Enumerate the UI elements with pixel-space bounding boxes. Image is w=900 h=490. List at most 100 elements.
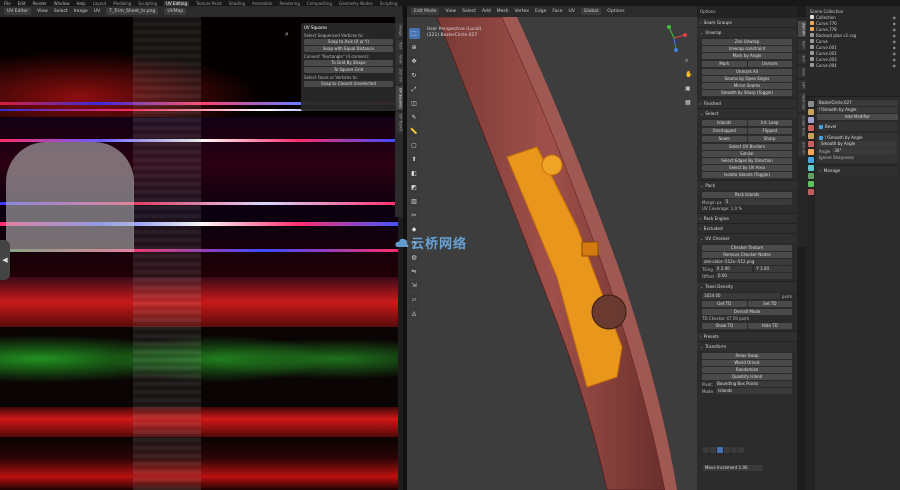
vp-menu-face[interactable]: Face (552, 9, 562, 14)
select-uv-borders-button[interactable]: Select UV Borders (702, 144, 792, 150)
eye-icon[interactable]: ◉ (893, 33, 897, 38)
workspace-tab-scripting[interactable]: Scripting (380, 1, 398, 6)
world-orient-button[interactable]: World Orient (702, 360, 792, 366)
shrink-tool-icon[interactable]: ⇲ (408, 280, 420, 291)
ignore-sharpness-checkbox[interactable]: Ignore Sharpness (819, 155, 854, 160)
uv-menu-uv[interactable]: UV (94, 9, 100, 14)
vp-menu-view[interactable]: View (445, 9, 456, 14)
object-name-field[interactable]: BezierCircle.027 (817, 100, 898, 106)
uv-menu-view[interactable]: View (37, 9, 48, 14)
mark-by-angle-button[interactable]: Mark by Angle (702, 53, 792, 59)
menu-help[interactable]: Help (76, 1, 85, 6)
section-seam-groups[interactable]: › Seam Groups (697, 17, 797, 27)
to-grid-button[interactable]: To Grid By Shape (304, 60, 393, 66)
eye-icon[interactable]: ◉ (893, 15, 897, 20)
snap-axis-button[interactable]: Snap to Axis (X or Y) (304, 39, 393, 45)
bevel-label[interactable]: Bevel (825, 124, 836, 129)
extrude-tool-icon[interactable]: ⬆ (408, 154, 420, 165)
tab-image[interactable]: Image (395, 23, 403, 38)
section-texel-density[interactable]: ⌄ Texel Density (697, 281, 797, 291)
material-icon[interactable] (807, 189, 814, 195)
tab-tool[interactable]: Tool (797, 53, 806, 64)
section-transform[interactable]: ⌄ Transform (697, 341, 797, 351)
workspace-tab-layout[interactable]: Layout (93, 1, 107, 6)
move-tool-icon[interactable]: ✥ (408, 56, 420, 67)
workspace-tab-animation[interactable]: Animation (252, 1, 272, 6)
annotate-tool-icon[interactable]: ✎ (408, 112, 420, 123)
section-unwrap[interactable]: ⌄ Unwrap (697, 27, 797, 37)
pan-hand-icon[interactable]: ✋ (685, 71, 692, 78)
tab-uv-squares[interactable]: UV Squares (395, 85, 403, 111)
3d-viewport[interactable]: User Perspective (Local) (221) BezierCir… (407, 17, 697, 490)
tab-view[interactable]: View (395, 52, 403, 66)
workspace-tab-texture-paint[interactable]: Texture Paint (196, 1, 222, 6)
grid-icon[interactable]: ▦ (685, 99, 691, 106)
data-icon[interactable] (807, 181, 814, 187)
section-finished[interactable]: › Finished (697, 98, 797, 108)
output-icon[interactable] (807, 117, 814, 123)
uv-menu-select[interactable]: Select (54, 9, 68, 14)
pack-islands-button[interactable]: Pack Islands (702, 192, 792, 198)
overlapped-button[interactable]: Overlapped (702, 128, 747, 134)
object-icon[interactable] (807, 149, 814, 155)
snap-equal-button[interactable]: Snap with Equal Distance (304, 46, 393, 52)
workspace-tab-modeling[interactable]: Modeling (113, 1, 131, 6)
tool-icon[interactable] (807, 101, 814, 107)
options-menu[interactable]: Options (607, 9, 624, 14)
tab-zen-uv[interactable]: Zen UV (395, 67, 403, 84)
view-layer-icon[interactable] (807, 125, 814, 131)
camera-icon[interactable]: ▣ (685, 85, 691, 92)
smooth-by-sharp-button[interactable]: Smooth by Sharp (Toggle) (702, 90, 792, 96)
uv-island-overlay[interactable] (6, 142, 134, 252)
mark-button[interactable]: Mark (702, 61, 747, 67)
menu-render[interactable]: Render (32, 1, 46, 6)
zoom-icon[interactable]: ⌕ (285, 30, 295, 40)
flipped-button[interactable]: Flipped (747, 128, 792, 134)
navigation-gizmo-icon[interactable] (659, 23, 689, 53)
tab-hard-ops[interactable]: Hard Ops (797, 92, 806, 113)
menu-window[interactable]: Window (54, 1, 70, 6)
workspace-tab-uv-editing[interactable]: UV Editing (164, 0, 189, 6)
zen-unwrap-button[interactable]: Zen Unwrap (702, 39, 792, 45)
workspace-tab-shading[interactable]: Shading (229, 1, 245, 6)
mode-dropdown[interactable]: Islands (716, 388, 792, 394)
scale-tool-icon[interactable]: ⤢ (408, 84, 420, 95)
arrow-e-icon[interactable] (738, 447, 744, 453)
tiling-y-field[interactable]: Y 1.00 (754, 266, 793, 272)
transform-tool-icon[interactable]: ◫ (408, 98, 420, 109)
tab-edit[interactable]: Edit (797, 79, 806, 91)
hide-td-button[interactable]: Hide TD (747, 323, 792, 329)
mirror-seams-button[interactable]: Mirror Seams (702, 83, 792, 89)
eye-icon[interactable]: ◉ (893, 21, 897, 26)
rotate-tool-icon[interactable]: ↻ (408, 70, 420, 81)
overall-mode-dropdown[interactable]: Overall Mode (702, 309, 792, 315)
loop-cut-tool-icon[interactable]: ▥ (408, 196, 420, 207)
section-pack[interactable]: ⌄ Pack (697, 180, 797, 190)
arrow-ne-icon[interactable] (717, 447, 723, 453)
tab-view[interactable]: View (797, 65, 806, 78)
vp-menu-edge[interactable]: Edge (535, 9, 546, 14)
render-icon[interactable] (807, 109, 814, 115)
transform-orientation[interactable]: Global (580, 8, 602, 15)
to-square-button[interactable]: To Square Grid (304, 67, 393, 73)
node-group-field[interactable]: Smooth by Angle (819, 141, 896, 147)
scene-icon[interactable] (807, 133, 814, 139)
tab-uv-toolkit[interactable]: UV Toolkit (395, 112, 403, 134)
eye-icon[interactable]: ◉ (893, 27, 897, 32)
unwrap-constraint-button[interactable]: Unwrap constraint (702, 46, 792, 52)
eye-icon[interactable]: ◉ (893, 63, 897, 68)
section-uv-checker[interactable]: ⌄ UV Checker (697, 233, 797, 243)
unmark-all-button[interactable]: Unmark All (702, 69, 792, 75)
uvmap-selector[interactable]: UVMap (164, 8, 187, 15)
get-td-button[interactable]: Get TD (702, 301, 747, 307)
checker-image-selector[interactable]: zen-color--512x--512.png (702, 259, 792, 265)
section-pack-engine[interactable]: › Pack Engine (697, 213, 797, 223)
eye-icon[interactable]: ◉ (893, 39, 897, 44)
sidebar-toggle-arrow-icon[interactable]: ◀ (0, 240, 10, 280)
menu-file[interactable]: File (4, 1, 11, 6)
add-modifier-button[interactable]: Add Modifier (817, 114, 898, 120)
arrow-nw-icon[interactable] (703, 447, 709, 453)
knife-tool-icon[interactable]: ✂ (408, 210, 420, 221)
world-icon[interactable] (807, 141, 814, 147)
remove-checker-button[interactable]: Remove Checker Nodes (702, 252, 792, 258)
